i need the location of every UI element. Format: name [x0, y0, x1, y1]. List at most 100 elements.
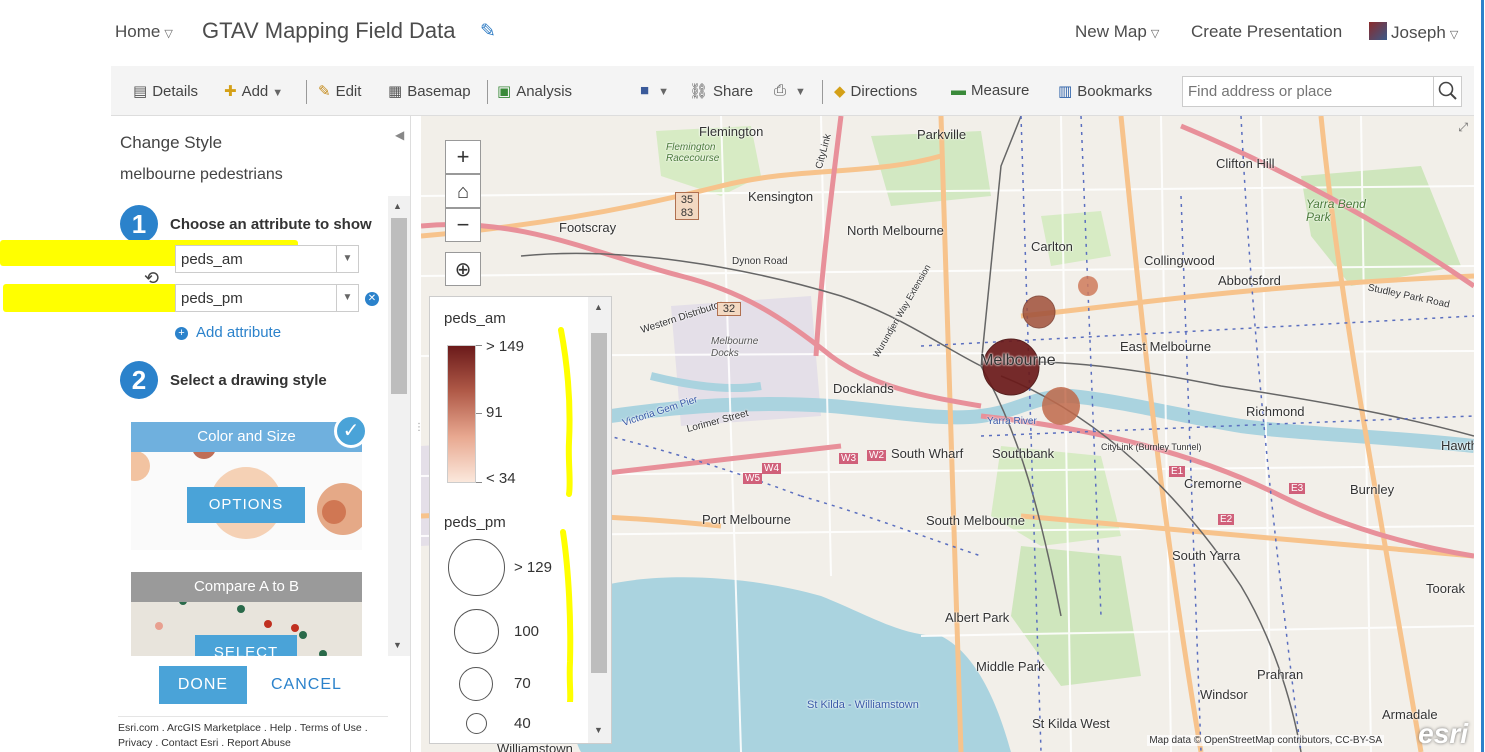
- edit-label: Edit: [335, 83, 362, 100]
- chevron-down-icon: ▼: [336, 246, 358, 272]
- new-map-menu[interactable]: New Map ▽: [1075, 22, 1159, 42]
- measure-label: Measure: [971, 82, 1030, 99]
- route-shield: E1: [1169, 466, 1186, 477]
- options-button[interactable]: OPTIONS: [187, 487, 305, 523]
- directions-button[interactable]: ◆ Directions: [834, 82, 917, 100]
- search-input[interactable]: [1183, 77, 1433, 106]
- panel-scrollbar[interactable]: ▲ ▼: [388, 196, 410, 656]
- legend-size-stop: 40: [514, 715, 531, 732]
- chevron-down-icon: ▼: [336, 285, 358, 311]
- attribute-select-2[interactable]: peds_pm ▼: [175, 284, 359, 312]
- map-attribution: Map data © OpenStreetMap contributors, C…: [1147, 735, 1384, 746]
- size-symbol: [454, 609, 499, 654]
- map-label: Kensington: [748, 189, 814, 204]
- ramp-tick: [476, 413, 482, 414]
- map-label: South Yarra: [1172, 548, 1241, 563]
- map-label: St Kilda West: [1032, 716, 1110, 731]
- zoom-out-button[interactable]: −: [445, 208, 481, 242]
- swap-icon[interactable]: ⟲: [144, 268, 159, 289]
- fullscreen-icon[interactable]: ⤢: [1458, 120, 1468, 135]
- home-extent-button[interactable]: ⌂: [445, 174, 481, 208]
- scroll-up-arrow-icon[interactable]: ▲: [393, 201, 402, 211]
- user-menu[interactable]: Joseph ▽: [1369, 22, 1458, 43]
- user-name: Joseph: [1391, 23, 1446, 42]
- search-button[interactable]: [1433, 77, 1461, 106]
- pencil-icon: ✎: [318, 83, 331, 100]
- map-label: South Wharf: [891, 446, 964, 461]
- route-shield: E3: [1289, 483, 1306, 494]
- chevron-down-icon: ▽: [164, 28, 173, 40]
- collapse-arrow-icon[interactable]: ◀: [395, 128, 404, 142]
- zoom-in-button[interactable]: +: [445, 140, 481, 174]
- legend-size-stop: 100: [514, 623, 540, 640]
- share-button[interactable]: ⛓ Share: [689, 82, 753, 100]
- scroll-down-arrow-icon[interactable]: ▼: [393, 640, 402, 650]
- edit-button[interactable]: ✎ Edit: [318, 82, 361, 100]
- print-menu[interactable]: ⎙ ▼: [774, 82, 806, 99]
- remove-attribute-icon[interactable]: ✕: [365, 292, 379, 306]
- map-label: Port Melbourne: [702, 512, 791, 527]
- footer-link-privacy[interactable]: Privacy: [118, 737, 152, 749]
- add-layer-icon: ✚: [224, 83, 237, 100]
- plus-icon: +: [456, 144, 470, 169]
- style-card-compare-a-to-b[interactable]: Compare A to B SELECT: [131, 572, 362, 656]
- search-icon: [1438, 81, 1457, 100]
- scrollbar-thumb[interactable]: [591, 333, 607, 673]
- map-label: CityLink (Burnley Tunnel): [1101, 442, 1202, 452]
- toolbar-divider: [306, 80, 307, 104]
- map-label: St Kilda - Williamstown: [807, 699, 919, 711]
- basemap-button[interactable]: ▦ Basemap: [388, 82, 471, 100]
- attribute-select-1[interactable]: peds_am ▼: [175, 245, 359, 273]
- save-menu[interactable]: ■ ▼: [640, 82, 669, 99]
- directions-icon: ◆: [834, 83, 846, 100]
- change-style-panel: Change Style melbourne pedestrians ◀ 1 C…: [0, 116, 411, 752]
- cancel-button[interactable]: CANCEL: [271, 676, 342, 694]
- footer-links: Esri.com . ArcGIS Marketplace . Help . T…: [118, 716, 388, 751]
- legend-color-stop: < 34: [486, 470, 516, 487]
- route-shield: W3: [839, 453, 858, 464]
- done-button[interactable]: DONE: [159, 666, 247, 704]
- footer-link-report[interactable]: Report Abuse: [227, 737, 291, 749]
- add-attribute-label: Add attribute: [196, 324, 282, 341]
- map-label: Toorak: [1426, 581, 1466, 596]
- footer-link-help[interactable]: Help: [270, 722, 292, 734]
- size-symbol: [466, 713, 487, 734]
- footer-link-terms[interactable]: Terms of Use: [300, 722, 362, 734]
- size-symbol: [459, 667, 493, 701]
- footer-link-esri[interactable]: Esri.com: [118, 722, 159, 734]
- attribute-value: peds_am: [181, 251, 243, 268]
- basemap-grid-icon: ▦: [388, 83, 403, 100]
- panel-title: Change Style: [120, 133, 223, 152]
- chevron-down-icon: ▼: [795, 86, 806, 98]
- add-attribute-link[interactable]: + Add attribute: [175, 324, 281, 341]
- map-label: Yarra River: [987, 416, 1037, 427]
- bookmarks-button[interactable]: ▥ Bookmarks: [1058, 82, 1152, 100]
- scrollbar-thumb[interactable]: [391, 218, 407, 394]
- add-button[interactable]: ✚ Add ▼: [224, 82, 283, 100]
- link-icon: ⛓: [689, 83, 709, 100]
- measure-button[interactable]: ▬ Measure: [951, 82, 1029, 99]
- footer-link-contact[interactable]: Contact Esri: [161, 737, 218, 749]
- ramp-tick: [476, 482, 482, 483]
- footer-link-marketplace[interactable]: ArcGIS Marketplace: [167, 722, 261, 734]
- home-menu[interactable]: Home ▽: [115, 22, 173, 42]
- home-label: Home: [115, 22, 161, 41]
- legend-color-field: peds_am: [444, 310, 506, 327]
- route-shield: 35 83: [675, 192, 699, 220]
- analysis-button[interactable]: ▣ Analysis: [497, 82, 572, 100]
- style-card-color-and-size[interactable]: Color and Size OPTIONS: [131, 422, 362, 550]
- pencil-icon[interactable]: ✎: [480, 20, 496, 43]
- scroll-up-arrow-icon[interactable]: ▲: [594, 302, 603, 312]
- create-presentation-link[interactable]: Create Presentation: [1191, 22, 1342, 42]
- style-card-title: Color and Size: [131, 422, 362, 452]
- scroll-down-arrow-icon[interactable]: ▼: [594, 725, 603, 735]
- select-button[interactable]: SELECT: [195, 635, 297, 656]
- step-one-label: Choose an attribute to show: [170, 216, 372, 233]
- details-button[interactable]: ▤ Details: [133, 82, 198, 100]
- map-label: Burnley: [1350, 482, 1395, 497]
- legend-size-field: peds_pm: [444, 514, 506, 531]
- window-edge: [1481, 0, 1484, 752]
- route-shield: W5: [743, 473, 762, 484]
- map-label: Richmond: [1246, 404, 1305, 419]
- locate-button[interactable]: ⊕: [445, 252, 481, 286]
